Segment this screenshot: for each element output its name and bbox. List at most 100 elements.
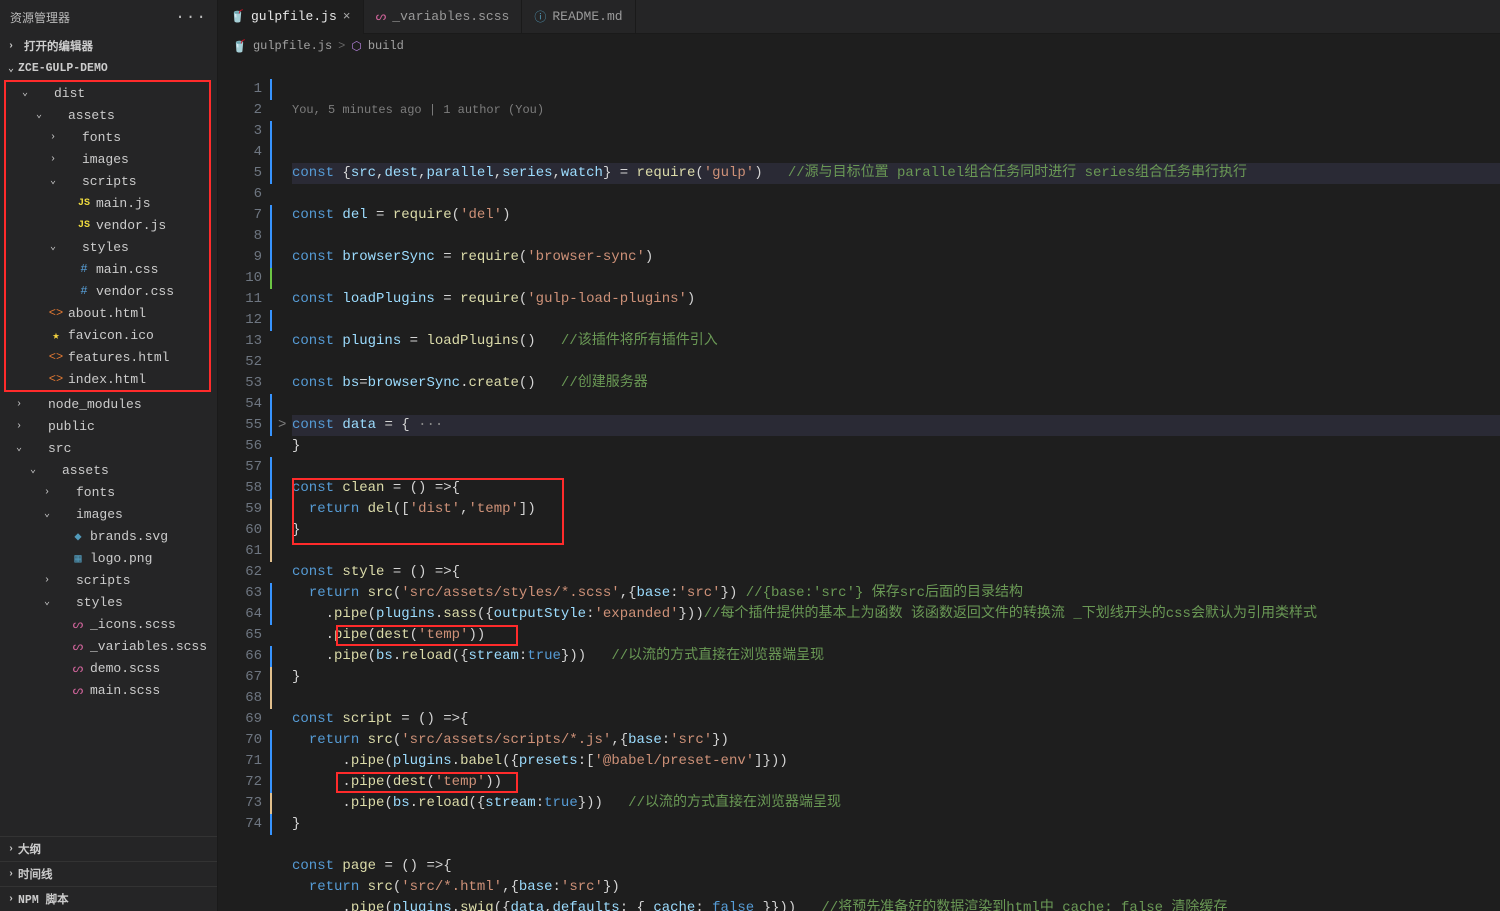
tree-item-public[interactable]: ›public — [0, 415, 217, 437]
close-icon[interactable]: × — [343, 9, 351, 24]
code-content[interactable]: You, 5 minutes ago | 1 author (You) cons… — [274, 58, 1500, 911]
tab--variables-scss[interactable]: ᔕ_variables.scss — [364, 0, 523, 34]
code-line[interactable]: return src('src/assets/scripts/*.js',{ba… — [292, 730, 1500, 751]
code-line[interactable]: >const data = { ··· — [292, 415, 1500, 436]
tree-item-logo-png[interactable]: ▦logo.png — [0, 547, 217, 569]
code-line[interactable] — [292, 310, 1500, 331]
symbol-icon: ⬡ — [351, 39, 361, 54]
tab-gulpfile-js[interactable]: 🥤gulpfile.js× — [218, 0, 364, 34]
code-line[interactable]: } — [292, 436, 1500, 457]
code-line[interactable]: } — [292, 520, 1500, 541]
chevron-down-icon: ⌄ — [28, 464, 38, 476]
timeline-section[interactable]: › 时间线 — [0, 861, 217, 886]
tab-readme-md[interactable]: ⓘREADME.md — [522, 0, 635, 34]
tree-item-favicon-ico[interactable]: ★favicon.ico — [6, 324, 209, 346]
code-line[interactable]: const del = require('del') — [292, 205, 1500, 226]
tree-item-images[interactable]: ›images — [6, 148, 209, 170]
code-line[interactable]: const clean = () =>{ — [292, 478, 1500, 499]
code-line[interactable]: const loadPlugins = require('gulp-load-p… — [292, 289, 1500, 310]
tree-item-index-html[interactable]: <>index.html — [6, 368, 209, 390]
code-line[interactable]: .pipe(bs.reload({stream:true})) //以流的方式直… — [292, 646, 1500, 667]
tree-item-images[interactable]: ⌄images — [0, 503, 217, 525]
tree-item-main-scss[interactable]: ᔕmain.scss — [0, 679, 217, 701]
tree-item-assets[interactable]: ⌄assets — [0, 459, 217, 481]
line-number: 59 — [218, 499, 262, 520]
code-line[interactable]: .pipe(plugins.sass({outputStyle:'expande… — [292, 604, 1500, 625]
tree-item-styles[interactable]: ⌄styles — [6, 236, 209, 258]
tree-item-scripts[interactable]: ⌄scripts — [6, 170, 209, 192]
tree-item-label: _variables.scss — [90, 639, 207, 654]
code-line[interactable] — [292, 394, 1500, 415]
code-line[interactable]: const browserSync = require('browser-syn… — [292, 247, 1500, 268]
tree-item-features-html[interactable]: <>features.html — [6, 346, 209, 368]
tree-item-scripts[interactable]: ›scripts — [0, 569, 217, 591]
tree-item-label: _icons.scss — [90, 617, 176, 632]
tree-item-main-css[interactable]: #main.css — [6, 258, 209, 280]
project-section[interactable]: ⌄ ZCE-GULP-DEMO — [0, 58, 217, 79]
code-line[interactable]: .pipe(plugins.swig({data,defaults: { cac… — [292, 898, 1500, 911]
code-line[interactable]: .pipe(dest('temp')) — [292, 772, 1500, 793]
breadcrumb-file: gulpfile.js — [253, 39, 332, 53]
tree-item-dist[interactable]: ⌄dist — [6, 82, 209, 104]
code-line[interactable] — [292, 184, 1500, 205]
scss-icon: ᔕ — [70, 617, 86, 632]
code-line[interactable]: return src('src/assets/styles/*.scss',{b… — [292, 583, 1500, 604]
line-number: 56 — [218, 436, 262, 457]
code-line[interactable] — [292, 457, 1500, 478]
code-line[interactable] — [292, 352, 1500, 373]
outline-section[interactable]: › 大纲 — [0, 836, 217, 861]
tree-item--icons-scss[interactable]: ᔕ _icons.scss — [0, 613, 217, 635]
breadcrumb[interactable]: 🥤 gulpfile.js > ⬡ build — [218, 34, 1500, 58]
editor-area: 🥤gulpfile.js×ᔕ_variables.scssⓘREADME.md … — [218, 0, 1500, 911]
tree-item-vendor-js[interactable]: JSvendor.js — [6, 214, 209, 236]
tree-item-vendor-css[interactable]: #vendor.css — [6, 280, 209, 302]
code-line[interactable]: const bs=browserSync.create() //创建服务器 — [292, 373, 1500, 394]
tree-item-assets[interactable]: ⌄assets — [6, 104, 209, 126]
file-icon: ⓘ — [534, 8, 546, 25]
code-line[interactable]: const page = () =>{ — [292, 856, 1500, 877]
line-number: 61 — [218, 541, 262, 562]
npm-section[interactable]: › NPM 脚本 — [0, 886, 217, 911]
chevron-down-icon: ⌄ — [34, 109, 44, 121]
code-line[interactable]: const style = () =>{ — [292, 562, 1500, 583]
file-icon: ᔕ — [376, 9, 387, 24]
code-line[interactable] — [292, 835, 1500, 856]
code-line[interactable]: const plugins = loadPlugins() //该插件将所有插件… — [292, 331, 1500, 352]
file-tree[interactable]: ⌄dist⌄assets›fonts›images⌄scriptsJSmain.… — [0, 79, 217, 836]
code-line[interactable]: const {src,dest,parallel,series,watch} =… — [292, 163, 1500, 184]
tree-item-fonts[interactable]: ›fonts — [0, 481, 217, 503]
tree-item--variables-scss[interactable]: ᔕ_variables.scss — [0, 635, 217, 657]
code-line[interactable] — [292, 226, 1500, 247]
tree-item-styles[interactable]: ⌄styles — [0, 591, 217, 613]
code-line[interactable] — [292, 688, 1500, 709]
code-line[interactable]: .pipe(bs.reload({stream:true})) //以流的方式直… — [292, 793, 1500, 814]
tree-item-node-modules[interactable]: ›node_modules — [0, 393, 217, 415]
line-number: 65 — [218, 625, 262, 646]
more-icon[interactable]: ··· — [175, 8, 207, 26]
code-line[interactable] — [292, 268, 1500, 289]
code-line[interactable]: } — [292, 667, 1500, 688]
tree-item-main-js[interactable]: JSmain.js — [6, 192, 209, 214]
code-editor[interactable]: 1234567891011121352535455565758596061626… — [218, 58, 1500, 911]
tree-item-demo-scss[interactable]: ᔕdemo.scss — [0, 657, 217, 679]
code-line[interactable]: return src('src/*.html',{base:'src'}) — [292, 877, 1500, 898]
code-line[interactable]: return del(['dist','temp']) — [292, 499, 1500, 520]
fold-icon[interactable]: > — [278, 415, 286, 436]
code-line[interactable]: } — [292, 814, 1500, 835]
chevron-right-icon: › — [48, 154, 58, 165]
breadcrumb-symbol: build — [368, 39, 404, 53]
code-line[interactable]: const script = () =>{ — [292, 709, 1500, 730]
line-number: 5 — [218, 163, 262, 184]
codelens[interactable]: You, 5 minutes ago | 1 author (You) — [292, 100, 1500, 121]
tree-item-about-html[interactable]: <>about.html — [6, 302, 209, 324]
chevron-right-icon: › — [8, 844, 14, 855]
code-line[interactable]: .pipe(plugins.babel({presets:['@babel/pr… — [292, 751, 1500, 772]
chevron-down-icon: ⌄ — [48, 241, 58, 253]
line-number: 7 — [218, 205, 262, 226]
tree-item-src[interactable]: ⌄src — [0, 437, 217, 459]
code-line[interactable]: .pipe(dest('temp')) — [292, 625, 1500, 646]
tree-item-fonts[interactable]: ›fonts — [6, 126, 209, 148]
open-editors-section[interactable]: › 打开的编辑器 — [0, 34, 217, 58]
code-line[interactable] — [292, 541, 1500, 562]
tree-item-brands-svg[interactable]: ◆brands.svg — [0, 525, 217, 547]
